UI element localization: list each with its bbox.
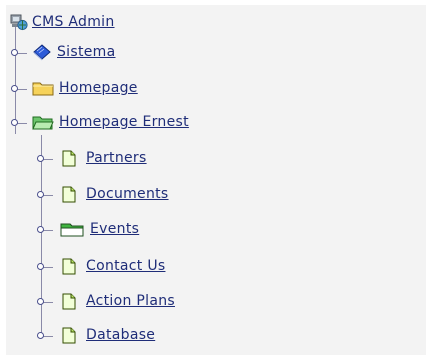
tree-item-homepage-ernest[interactable]: Homepage Ernest bbox=[32, 111, 189, 133]
tree-item-label[interactable]: Homepage Ernest bbox=[59, 114, 189, 130]
folder-open-icon bbox=[32, 113, 54, 131]
folder-tree: CMS Admin Sistema Homepage Homepage Erne… bbox=[6, 5, 426, 355]
page-icon bbox=[60, 149, 78, 167]
tree-item-database[interactable]: Database bbox=[60, 324, 155, 346]
expand-toggle[interactable] bbox=[37, 191, 44, 198]
tree-item-homepage[interactable]: Homepage bbox=[32, 77, 138, 99]
tree-connector bbox=[41, 135, 42, 335]
expand-toggle[interactable] bbox=[37, 263, 44, 270]
tree-item-label[interactable]: Events bbox=[90, 221, 139, 237]
page-icon bbox=[60, 292, 78, 310]
tree-item-contact-us[interactable]: Contact Us bbox=[60, 255, 165, 277]
tree-item-sistema[interactable]: Sistema bbox=[32, 41, 116, 63]
folder-closed-icon bbox=[32, 79, 54, 97]
tree-item-label[interactable]: Contact Us bbox=[86, 258, 165, 274]
page-icon bbox=[60, 185, 78, 203]
page-icon bbox=[60, 257, 78, 275]
tree-item-label[interactable]: Sistema bbox=[57, 44, 116, 60]
tree-item-label[interactable]: Partners bbox=[86, 150, 147, 166]
tree-connector bbox=[15, 27, 16, 123]
tree-item-label[interactable]: Homepage bbox=[59, 80, 138, 96]
tree-item-events[interactable]: Events bbox=[60, 218, 139, 240]
tree-root[interactable]: CMS Admin bbox=[10, 11, 115, 33]
expand-toggle[interactable] bbox=[11, 49, 18, 56]
tree-item-action-plans[interactable]: Action Plans bbox=[60, 290, 175, 312]
tree-item-documents[interactable]: Documents bbox=[60, 183, 169, 205]
expand-toggle[interactable] bbox=[37, 332, 44, 339]
tree-item-label[interactable]: Database bbox=[86, 327, 155, 343]
computer-globe-icon bbox=[10, 13, 28, 31]
tree-item-label[interactable]: Documents bbox=[86, 186, 169, 202]
page-icon bbox=[60, 326, 78, 344]
tree-panel: CMS Admin Sistema Homepage Homepage Erne… bbox=[6, 5, 426, 355]
expand-toggle[interactable] bbox=[37, 226, 44, 233]
book-icon bbox=[32, 43, 52, 61]
tree-root-label[interactable]: CMS Admin bbox=[32, 14, 115, 30]
expand-toggle[interactable] bbox=[37, 155, 44, 162]
expand-toggle[interactable] bbox=[11, 85, 18, 92]
expand-toggle[interactable] bbox=[37, 298, 44, 305]
collapse-toggle[interactable] bbox=[11, 119, 18, 126]
tree-item-label[interactable]: Action Plans bbox=[86, 293, 175, 309]
green-folder-icon bbox=[60, 220, 84, 238]
tree-connector bbox=[15, 126, 16, 134]
tree-item-partners[interactable]: Partners bbox=[60, 147, 147, 169]
